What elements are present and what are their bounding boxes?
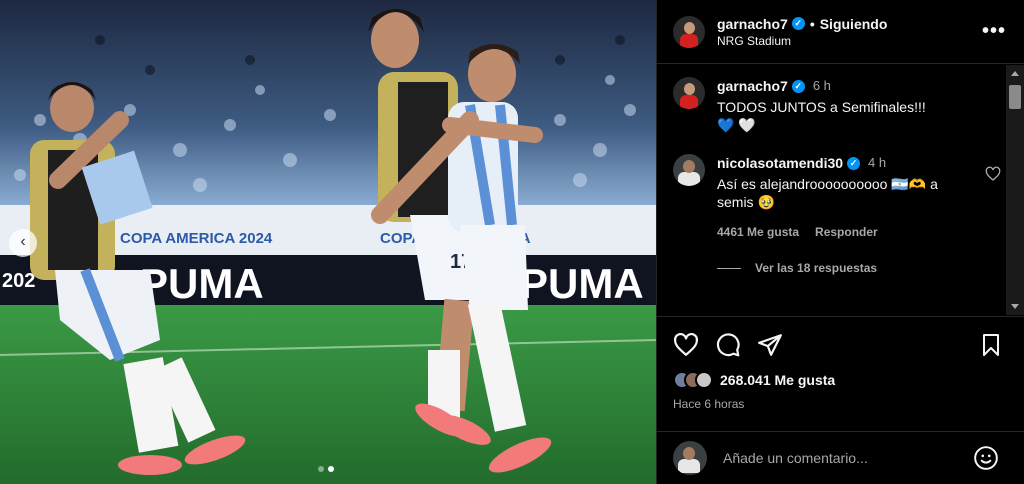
share-icon[interactable] <box>757 332 783 358</box>
puma-board-text-1: PUMA <box>140 260 264 307</box>
comment-heart-icon[interactable] <box>985 166 1001 187</box>
avatar <box>695 371 713 389</box>
caption-text: TODOS JUNTOS a Semifinales!!! 💙 🤍 <box>717 99 926 133</box>
heart-icon[interactable] <box>673 332 699 358</box>
post-actions: 268.041 Me gusta Hace 6 horas <box>657 316 1024 411</box>
carousel-dot-active <box>328 466 334 472</box>
following-button[interactable]: Siguiendo <box>820 16 888 32</box>
scroll-thumb[interactable] <box>1009 85 1021 109</box>
reply-button[interactable]: Responder <box>815 223 878 241</box>
scroll-down-icon[interactable] <box>1011 304 1019 309</box>
comment-username[interactable]: nicolasotamendi30 <box>717 154 843 172</box>
scroll-up-icon[interactable] <box>1011 71 1019 76</box>
previous-slide-button[interactable]: ‹ <box>9 229 37 257</box>
chevron-left-icon: ‹ <box>20 233 26 250</box>
more-options-icon[interactable]: ••• <box>982 20 1006 43</box>
bookmark-icon[interactable] <box>979 333 1003 362</box>
view-replies-button[interactable]: Ver las 18 respuestas <box>717 261 1007 275</box>
post-location[interactable]: NRG Stadium <box>717 34 887 48</box>
led-year-text: 202 <box>2 270 35 292</box>
post-sidebar: garnacho7 ✓ • Siguiendo NRG Stadium ••• … <box>656 0 1024 484</box>
comments-list: garnacho7 ✓ 6 h TODOS JUNTOS a Semifinal… <box>657 65 1007 315</box>
ad-board-text-1: COPA AMERICA 2024 <box>120 230 273 247</box>
avatar[interactable] <box>673 15 705 48</box>
caption-time: 6 h <box>812 78 831 93</box>
comment-icon[interactable] <box>715 332 741 358</box>
emoji-icon[interactable] <box>973 445 999 476</box>
avatar[interactable] <box>673 154 705 186</box>
comment-text: Así es alejandroooooooooo 🇦🇷🫶 a semis 🥹 <box>717 176 938 210</box>
carousel-dot <box>318 466 324 472</box>
verified-badge-icon: ✓ <box>847 156 861 170</box>
comment-likes[interactable]: 4461 Me gusta <box>717 223 799 241</box>
post-header: garnacho7 ✓ • Siguiendo NRG Stadium ••• <box>657 0 1024 64</box>
caption: garnacho7 ✓ 6 h TODOS JUNTOS a Semifinal… <box>657 65 1007 134</box>
comment-item: nicolasotamendi30 ✓ 4 h Así es alejandro… <box>657 134 1007 241</box>
post-photo[interactable]: COPA AMERICA 2024 COPA AMERICA USA 202 P… <box>0 0 656 484</box>
verified-badge-icon: ✓ <box>791 17 805 30</box>
puma-board-text-2: PUMA <box>520 260 644 307</box>
author-username[interactable]: garnacho7 <box>717 16 788 32</box>
liker-avatars <box>673 371 713 389</box>
comment-input[interactable] <box>723 450 963 466</box>
post-time[interactable]: Hace 6 horas <box>657 397 1024 411</box>
avatar[interactable] <box>673 77 705 109</box>
carousel-indicator <box>318 466 334 472</box>
separator-dot: • <box>809 15 815 32</box>
comment-time: 4 h <box>868 155 887 170</box>
verified-badge-icon: ✓ <box>791 79 805 93</box>
likes-count[interactable]: 268.041 Me gusta <box>720 372 835 388</box>
post-photo-illustration: COPA AMERICA 2024 COPA AMERICA USA 202 P… <box>0 0 656 484</box>
caption-username[interactable]: garnacho7 <box>717 77 788 95</box>
avatar <box>673 441 707 475</box>
add-comment-bar <box>657 431 1024 484</box>
comments-scrollbar[interactable] <box>1006 65 1024 315</box>
